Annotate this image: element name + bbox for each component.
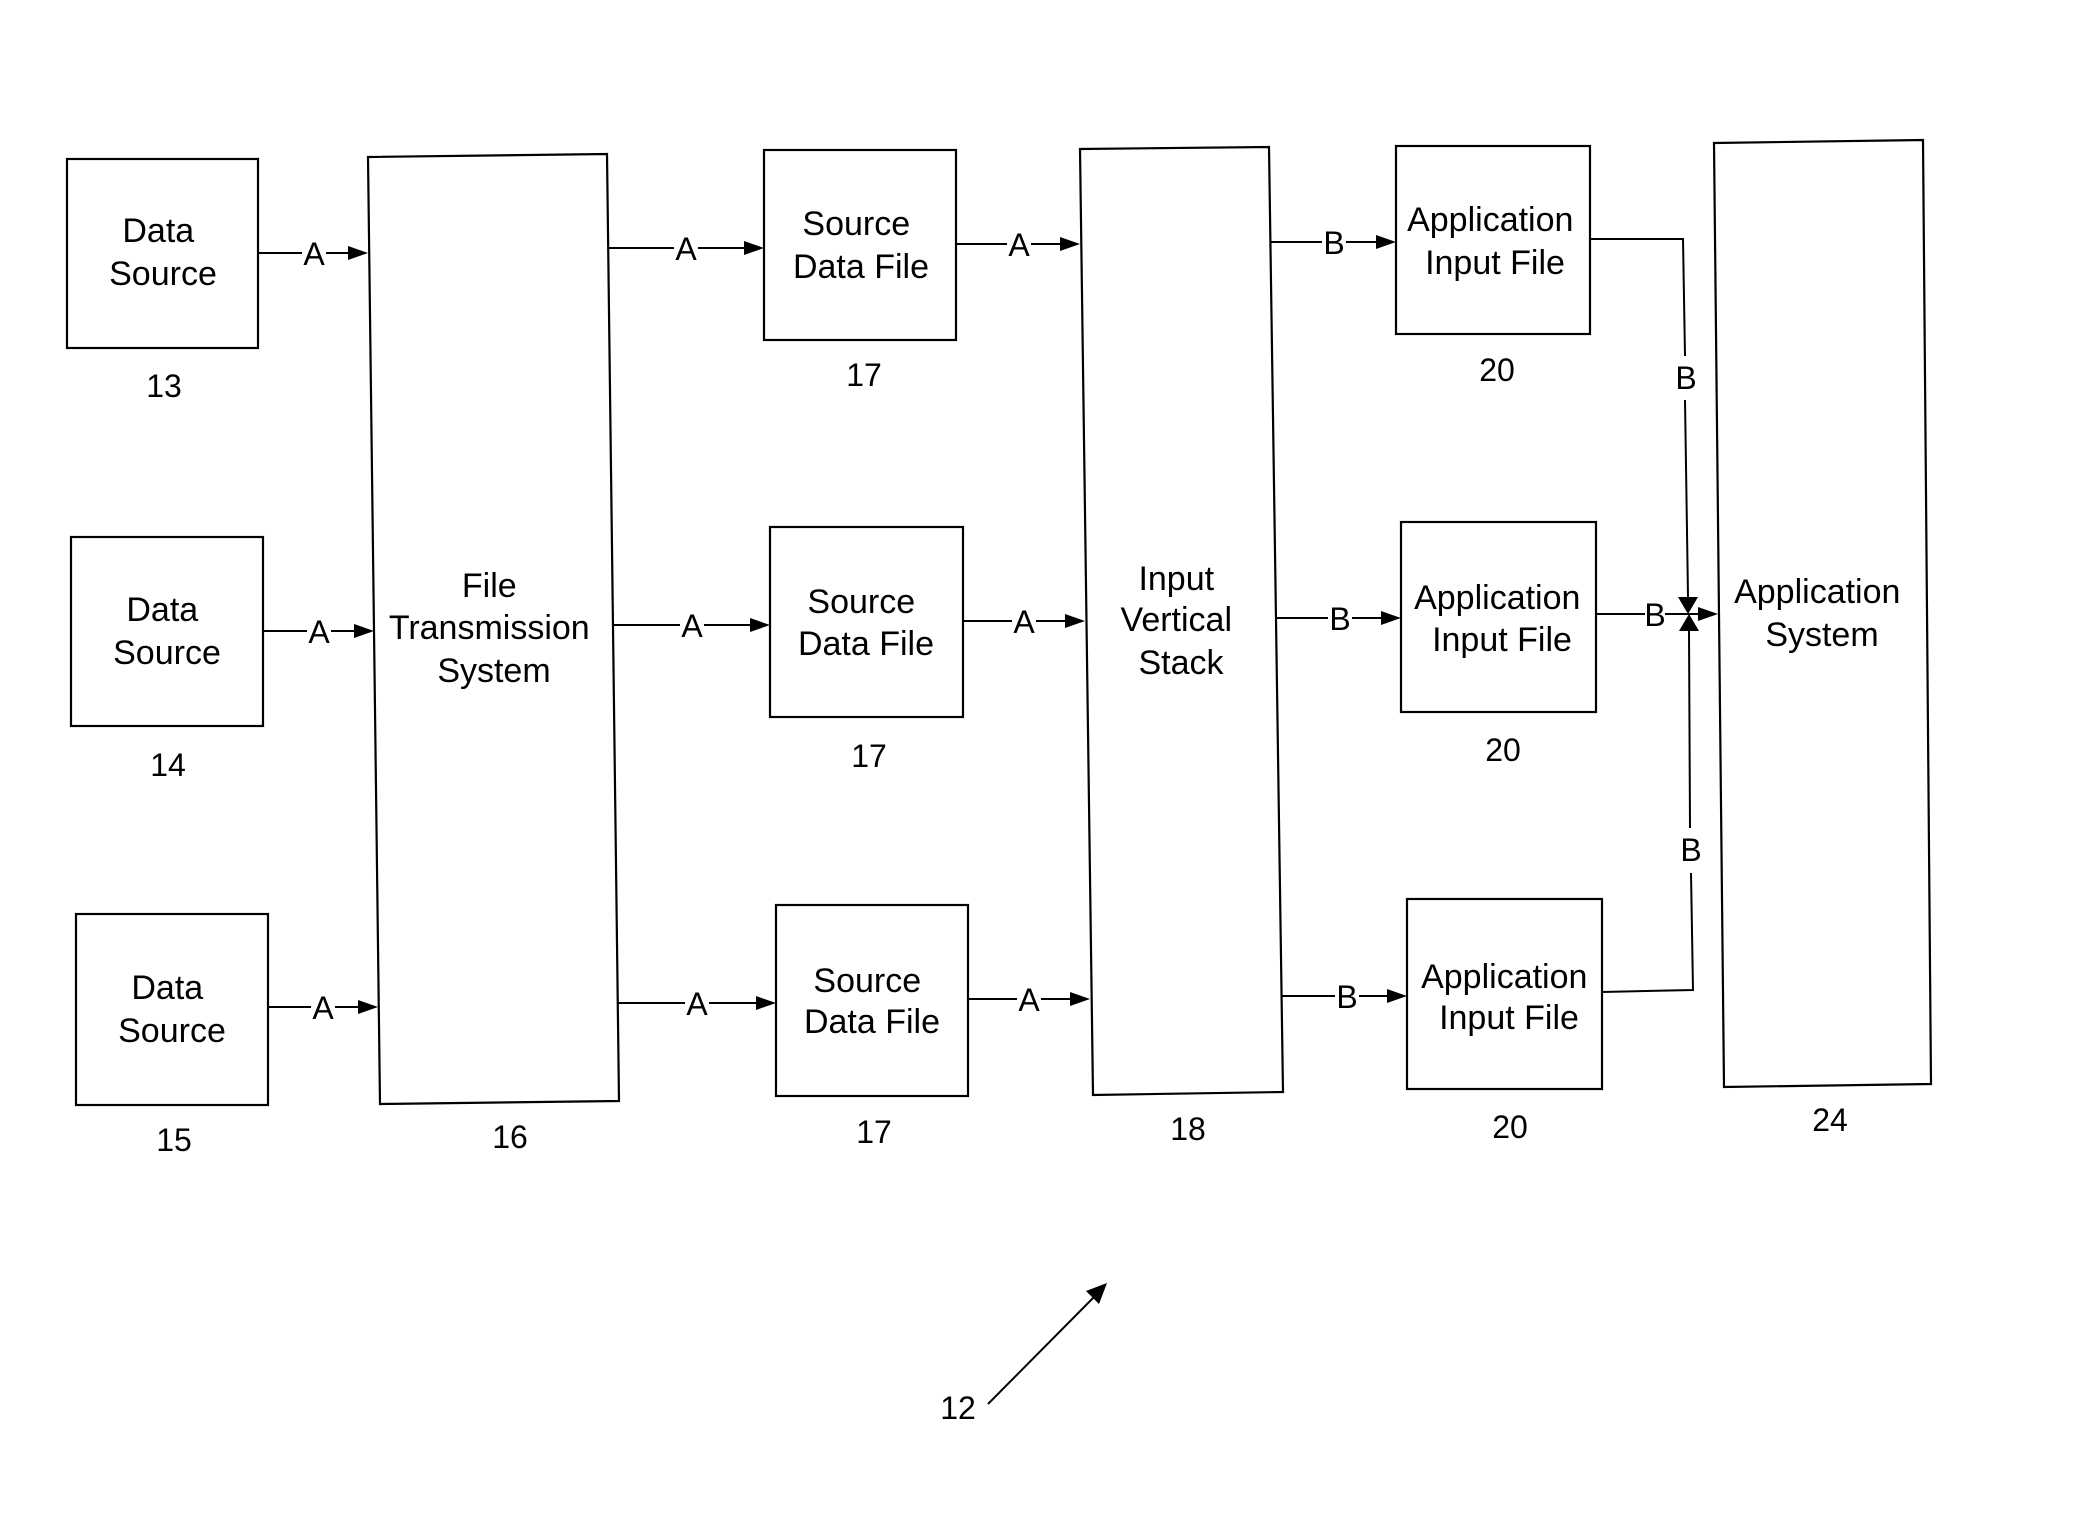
node-application-input-file-1: Application Input File 20 [1394,144,1592,388]
arrowhead-icon [348,246,368,260]
edge-label: A [686,986,708,1022]
data-source-14-box [69,535,265,728]
edge-ds13-to-fts: A [258,236,368,272]
node-source-data-file-2: Source Data File 17 [768,525,965,774]
figure-reference-number: 12 [940,1390,976,1426]
source-data-file-2-ref: 17 [851,738,887,774]
edge-label: B [1644,597,1665,633]
source-data-file-3-box [774,903,970,1098]
edge-label: A [1018,982,1040,1018]
edge-line [1590,238,1686,357]
edge-ds15-to-fts: A [268,990,378,1026]
edge-aif1-to-as: B [1590,238,1698,614]
source-data-file-3-ref: 17 [856,1114,892,1150]
application-input-file-2-ref: 20 [1485,732,1521,768]
edge-label: B [1675,360,1696,396]
edge-ivs-to-aif3: B [1282,979,1407,1015]
node-application-input-file-2: Application Input File 20 [1399,520,1598,768]
node-application-input-file-3: Application Input File 20 [1405,897,1604,1145]
application-input-file-3-ref: 20 [1492,1109,1528,1145]
edge-fts-to-sdf2: A [613,608,770,644]
edge-line [1601,872,1695,993]
data-source-13-box [65,157,260,350]
arrowhead-icon [1679,614,1699,631]
arrowhead-icon [1678,597,1698,614]
data-source-15-box [74,912,270,1107]
application-input-file-1-box [1394,144,1592,336]
arrowhead-icon [1060,237,1080,251]
edge-sdf2-to-ivs: A [963,604,1085,640]
edge-line [1684,399,1689,598]
arrowhead-icon [756,996,776,1010]
edge-label: A [675,231,697,267]
edge-label: B [1329,601,1350,637]
edge-label: A [1013,604,1035,640]
data-source-13-ref: 13 [146,368,182,404]
edge-label: B [1323,225,1344,261]
edge-fts-to-sdf3: A [618,986,776,1022]
data-source-14-ref: 14 [150,747,186,783]
data-source-15-ref: 15 [156,1122,192,1158]
input-vertical-stack-label: Input Vertical Stack [1121,560,1242,682]
edge-ivs-to-aif2: B [1277,601,1401,637]
arrowhead-icon [354,624,374,638]
application-system-ref: 24 [1812,1102,1848,1138]
arrowhead-icon [744,241,764,255]
source-data-file-1-ref: 17 [846,357,882,393]
edge-label: A [1008,227,1030,263]
edge-sdf1-to-ivs: A [956,227,1080,263]
arrowhead-icon [750,618,770,632]
source-data-file-1-box [762,148,958,342]
node-file-transmission-system: File Transmission System 16 [366,152,621,1155]
arrowhead-icon [1698,607,1718,621]
file-transmission-system-ref: 16 [492,1119,528,1155]
edge-sdf3-to-ivs: A [968,982,1090,1018]
node-data-source-13: Data Source 13 [65,157,260,404]
node-source-data-file-1: Source Data File 17 [762,148,958,393]
arrowhead-icon [1376,235,1396,249]
node-input-vertical-stack: Input Vertical Stack 18 [1078,145,1285,1147]
edge-label: B [1336,979,1357,1015]
edge-label: A [308,614,330,650]
edge-ds14-to-fts: A [263,614,374,650]
application-input-file-1-ref: 20 [1479,352,1515,388]
edge-label: A [681,608,703,644]
arrowhead-icon [1381,611,1401,625]
edge-fts-to-sdf1: A [608,231,764,267]
application-input-file-2-box [1399,520,1598,714]
figure-reference-leader-line [987,1293,1098,1405]
arrowhead-icon [358,1000,378,1014]
node-application-system: Application System 24 [1712,138,1933,1138]
edge-label: B [1680,832,1701,868]
edge-line [1688,630,1691,829]
node-data-source-15: Data Source 15 [74,912,270,1158]
arrowhead-icon [1387,989,1407,1003]
edge-aif2-to-as: B [1596,597,1718,633]
node-data-source-14: Data Source 14 [69,535,265,783]
system-diagram: Data Source 13 Data Source 14 Data Sourc… [65,138,1933,1426]
application-system-box [1712,138,1933,1089]
edge-label: A [303,236,325,272]
edge-aif3-to-as: B [1601,614,1702,993]
arrowhead-icon [1070,992,1090,1006]
node-source-data-file-3: Source Data File 17 [774,903,970,1150]
arrowhead-icon [1065,614,1085,628]
input-vertical-stack-ref: 18 [1170,1111,1206,1147]
edge-label: A [312,990,334,1026]
source-data-file-2-box [768,525,965,719]
edge-ivs-to-aif1: B [1271,225,1396,261]
figure-reference: 12 [940,1283,1107,1426]
